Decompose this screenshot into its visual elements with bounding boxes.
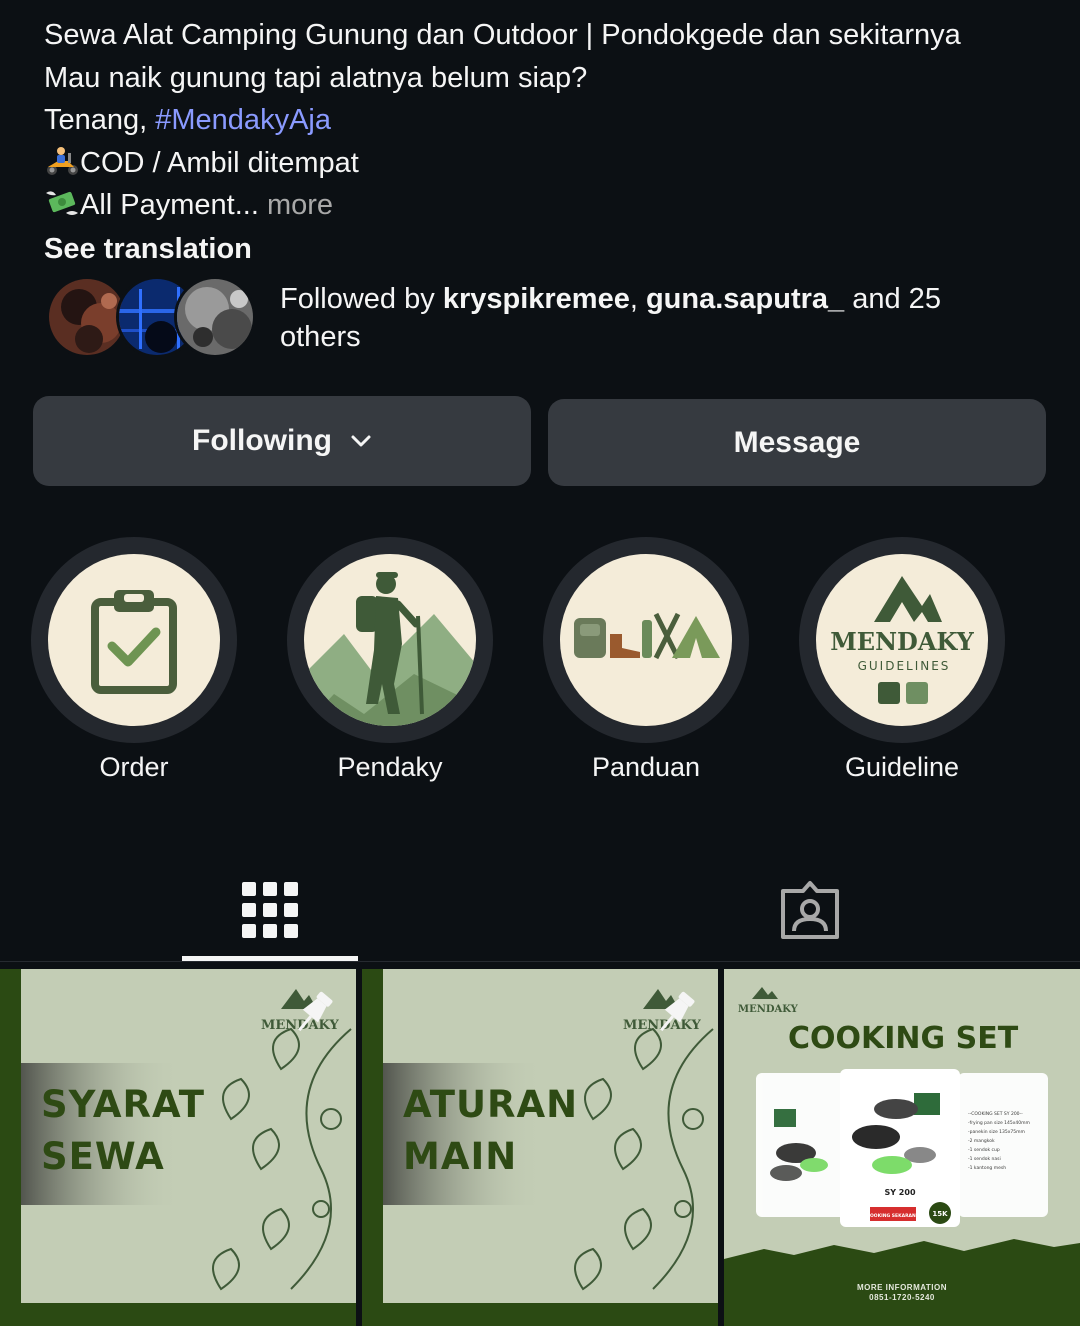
highlight-panduan[interactable]: Panduan bbox=[543, 537, 749, 783]
divider bbox=[0, 961, 1080, 962]
bio-line: COD / Ambil ditempat bbox=[44, 142, 1054, 185]
highlight-label: Order bbox=[99, 752, 169, 782]
hashtag-link[interactable]: #MendakyAja bbox=[155, 104, 331, 136]
pin-icon bbox=[660, 991, 695, 1032]
profile-bio: Sewa Alat Camping Gunung dan Outdoor | P… bbox=[44, 14, 1054, 270]
svg-text:GUIDELINES: GUIDELINES bbox=[858, 659, 951, 673]
bio-line: Tenang, #MendakyAja bbox=[44, 104, 331, 136]
scooter-delivery-icon bbox=[47, 146, 78, 175]
posts-grid: MENDAKY SYARAT SEWA MENDAKY ATURAN MAIN … bbox=[0, 969, 1080, 1326]
followed-by-text[interactable]: Followed by kryspikremee, guna.saputra_ … bbox=[280, 280, 1000, 356]
svg-text:MENDAKY: MENDAKY bbox=[738, 1004, 799, 1015]
highlight-label: Panduan bbox=[591, 752, 701, 782]
profile-tabs bbox=[0, 860, 1080, 960]
money-wings-icon bbox=[46, 191, 78, 215]
highlight-pendaky[interactable]: Pendaky bbox=[287, 537, 493, 783]
highlight-guideline[interactable]: MENDAKY GUIDELINES Guideline bbox=[799, 537, 1005, 783]
highlight-label: Pendaky bbox=[337, 752, 443, 782]
message-button[interactable]: Message bbox=[548, 399, 1046, 486]
see-translation-link[interactable]: See translation bbox=[44, 228, 1054, 271]
bio-line: All Payment... more bbox=[44, 184, 1054, 227]
post-thumbnail[interactable]: MENDAKY SYARAT SEWA bbox=[0, 969, 356, 1326]
hiker-icon bbox=[304, 572, 476, 726]
follower-username[interactable]: kryspikremee bbox=[443, 283, 630, 315]
booking-badge: BOOKING SEKARANG bbox=[867, 1213, 920, 1219]
spec-line: -frying pan size 145x40mm bbox=[968, 1120, 1030, 1126]
tagged-person-icon bbox=[781, 881, 839, 939]
more-information: MORE INFORMATION 0851-1720-5240 bbox=[856, 1283, 948, 1302]
following-label: Following bbox=[192, 424, 332, 457]
highlight-label: Guideline bbox=[844, 752, 960, 782]
spec-line: -1 sendok cup bbox=[968, 1147, 1000, 1153]
post-title: SYARAT bbox=[41, 1083, 206, 1126]
bio-line: Mau naik gunung tapi alatnya belum siap? bbox=[44, 61, 588, 94]
following-button[interactable]: Following bbox=[33, 396, 531, 486]
spec-line: -1 kantong mesh bbox=[968, 1165, 1006, 1171]
clipboard-check-icon bbox=[91, 590, 177, 694]
post-title: MAIN bbox=[403, 1135, 518, 1178]
tab-posts-grid[interactable] bbox=[0, 860, 540, 960]
pin-icon bbox=[298, 991, 333, 1032]
post-thumbnail[interactable]: MENDAKY COOKING SET SY 200 BOOKING SEKAR… bbox=[724, 969, 1080, 1326]
product-name: SY 200 bbox=[884, 1188, 915, 1197]
svg-text:MENDAKY: MENDAKY bbox=[830, 627, 974, 656]
spec-line: -1 sendok nasi bbox=[968, 1156, 1001, 1162]
mendaky-logo-icon: MENDAKY GUIDELINES bbox=[830, 576, 975, 704]
camping-gear-icon bbox=[574, 612, 720, 660]
spec-line: --COOKING SET SY 200-- bbox=[968, 1111, 1023, 1117]
more-link[interactable]: more bbox=[259, 189, 333, 221]
price-badge: 15K bbox=[932, 1210, 948, 1218]
post-title: SEWA bbox=[41, 1135, 165, 1178]
tab-tagged[interactable] bbox=[540, 860, 1080, 960]
follower-username[interactable]: guna.saputra_ bbox=[646, 283, 844, 315]
grid-icon bbox=[242, 882, 298, 938]
post-title: ATURAN bbox=[403, 1083, 579, 1126]
post-thumbnail[interactable]: MENDAKY ATURAN MAIN bbox=[362, 969, 718, 1326]
spec-line: -panekin size 135x75mm bbox=[968, 1129, 1025, 1135]
followed-by[interactable]: Followed by kryspikremee, guna.saputra_ … bbox=[46, 276, 1056, 360]
highlight-order[interactable]: Order bbox=[31, 537, 237, 783]
post-title: COOKING SET bbox=[788, 1021, 1019, 1056]
spec-line: -2 mangkok bbox=[968, 1138, 995, 1144]
avatar[interactable] bbox=[174, 276, 256, 358]
chevron-down-icon bbox=[351, 435, 371, 447]
bio-title: Sewa Alat Camping Gunung dan Outdoor | P… bbox=[44, 19, 961, 51]
